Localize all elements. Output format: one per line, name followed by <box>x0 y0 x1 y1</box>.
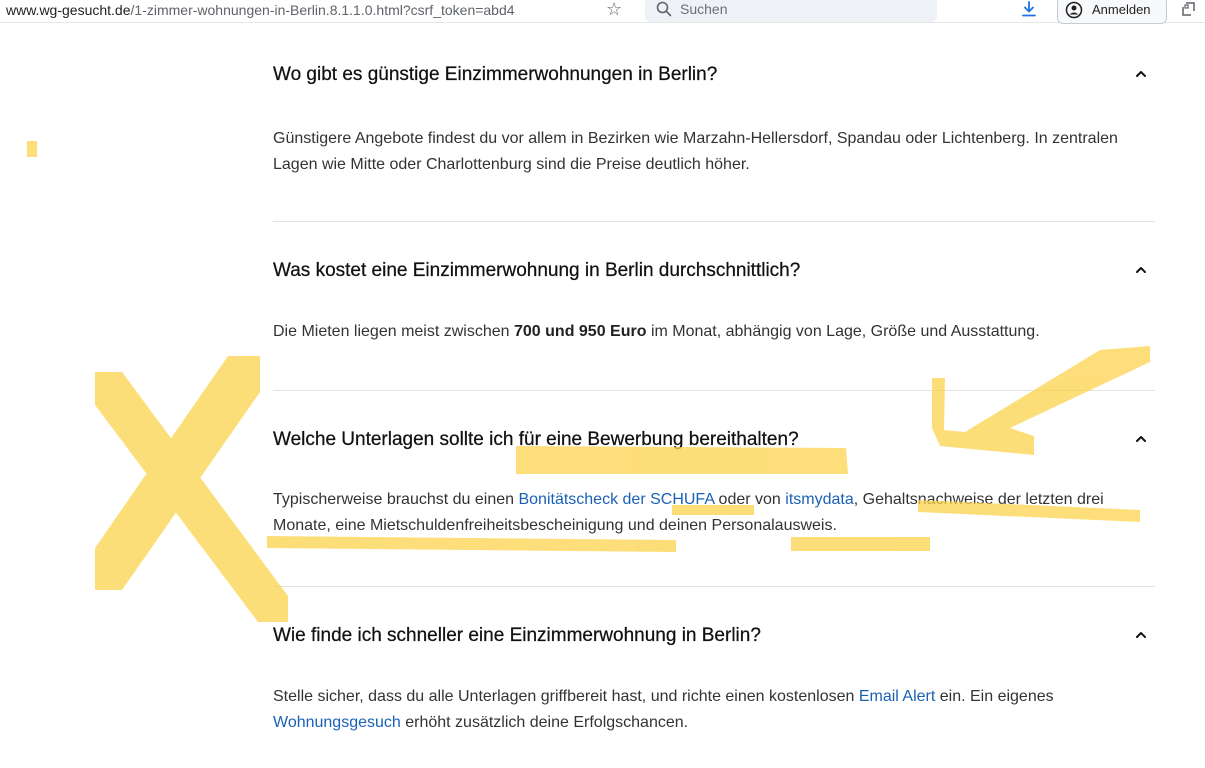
faq-question-4[interactable]: Wie finde ich schneller eine Einzimmerwo… <box>273 625 761 647</box>
answer-text: ein. Ein eigenes <box>935 688 1054 705</box>
email-alert-link[interactable]: Email Alert <box>859 688 935 705</box>
url-domain: www.wg-gesucht.de <box>6 2 131 18</box>
answer-text: Stelle sicher, dass du alle Unterlagen g… <box>273 688 859 705</box>
answer-text: im Monat, abhängig von Lage, Größe und A… <box>646 323 1040 340</box>
highlighter-dot <box>27 141 37 157</box>
faq-answer-1: Günstigere Angebote findest du vor allem… <box>273 126 1158 178</box>
faq-answer-4: Stelle sicher, dass du alle Unterlagen g… <box>273 684 1158 736</box>
faq-section: Wo gibt es günstige Einzimmerwohnungen i… <box>273 0 1155 768</box>
schufa-link[interactable]: Bonitätscheck der SCHUFA <box>518 491 714 508</box>
faq-answer-1-text: Günstigere Angebote findest du vor allem… <box>273 130 1118 173</box>
answer-text: erhöht zusätzlich deine Erfolgschancen. <box>400 714 689 731</box>
faq-divider <box>273 586 1155 587</box>
itsmydata-link[interactable]: itsmydata <box>785 491 853 508</box>
highlighter-x-stroke <box>95 356 260 590</box>
chevron-up-icon[interactable] <box>1134 69 1148 79</box>
highlighter-x-stroke <box>95 372 288 622</box>
faq-divider <box>273 390 1155 391</box>
wohnungsgesuch-link[interactable]: Wohnungsgesuch <box>273 714 401 731</box>
chevron-up-icon[interactable] <box>1134 265 1148 275</box>
faq-question-3[interactable]: Welche Unterlagen sollte ich für eine Be… <box>273 429 799 451</box>
price-range: 700 und 950 Euro <box>514 323 647 340</box>
faq-question-1[interactable]: Wo gibt es günstige Einzimmerwohnungen i… <box>273 64 718 86</box>
answer-text: Typischerweise brauchst du einen <box>273 491 519 508</box>
answer-text: oder von <box>714 491 786 508</box>
faq-question-2[interactable]: Was kostet eine Einzimmerwohnung in Berl… <box>273 260 801 282</box>
chevron-up-icon[interactable] <box>1134 630 1148 640</box>
faq-divider <box>273 221 1155 222</box>
chevron-up-icon[interactable] <box>1134 434 1148 444</box>
extensions-icon[interactable] <box>1180 0 1198 18</box>
faq-answer-3: Typischerweise brauchst du einen Bonität… <box>273 487 1158 539</box>
answer-text: Die Mieten liegen meist zwischen <box>273 323 514 340</box>
faq-answer-2: Die Mieten liegen meist zwischen 700 und… <box>273 319 1158 345</box>
